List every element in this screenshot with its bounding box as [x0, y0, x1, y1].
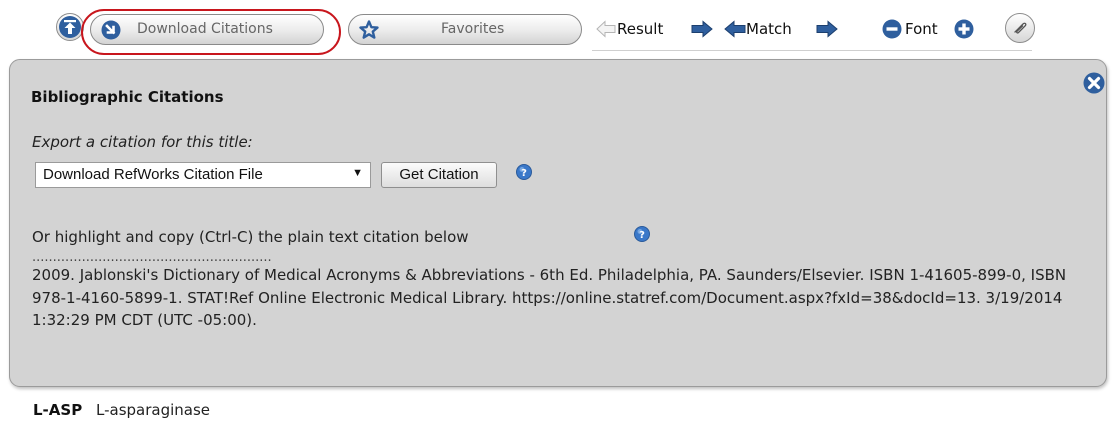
- abbreviation-definition: L-asparaginase: [96, 401, 211, 419]
- dotted-separator: ........................................…: [32, 250, 272, 265]
- favorites-label: Favorites: [441, 21, 505, 37]
- highlight-ring: [81, 9, 341, 55]
- clip-button[interactable]: [1005, 13, 1035, 43]
- plain-text-label: Or highlight and copy (Ctrl-C) the plain…: [32, 228, 469, 246]
- toolbar-divider: [592, 50, 1032, 51]
- font-label: Font: [905, 20, 938, 38]
- font-increase-icon[interactable]: [954, 19, 974, 39]
- font-decrease-icon[interactable]: [882, 19, 902, 39]
- favorites-button[interactable]: Favorites: [348, 14, 582, 45]
- panel-title: Bibliographic Citations: [31, 88, 224, 106]
- svg-text:?: ?: [639, 230, 645, 241]
- get-citation-button[interactable]: Get Citation: [381, 162, 497, 188]
- close-icon[interactable]: [1083, 72, 1105, 94]
- citation-format-value: Download RefWorks Citation File: [43, 166, 263, 183]
- result-next-arrow-icon[interactable]: [691, 20, 713, 38]
- citation-panel: Bibliographic Citations Export a citatio…: [9, 59, 1107, 387]
- result-prev-arrow-icon[interactable]: [596, 20, 616, 38]
- result-label: Result: [617, 20, 664, 38]
- citation-format-select[interactable]: Download RefWorks Citation File ▼: [35, 162, 371, 188]
- citation-text[interactable]: 2009. Jablonski's Dictionary of Medical …: [32, 264, 1082, 332]
- match-label: Match: [746, 20, 792, 38]
- svg-text:?: ?: [521, 168, 527, 179]
- match-prev-arrow-icon[interactable]: [724, 20, 746, 38]
- match-next-arrow-icon[interactable]: [816, 20, 838, 38]
- toolbar: Download Citations Favorites Result Matc…: [0, 0, 1117, 58]
- star-icon: [359, 20, 379, 39]
- scroll-to-top-icon: [59, 16, 81, 38]
- help-icon[interactable]: ?: [634, 226, 650, 242]
- help-icon[interactable]: ?: [516, 164, 532, 180]
- export-label: Export a citation for this title:: [32, 133, 253, 151]
- abbreviation-term: L-ASP: [33, 401, 83, 419]
- dropdown-arrow-icon: ▼: [352, 167, 363, 179]
- scroll-top-button[interactable]: [56, 13, 84, 41]
- paperclip-icon: [1014, 22, 1027, 34]
